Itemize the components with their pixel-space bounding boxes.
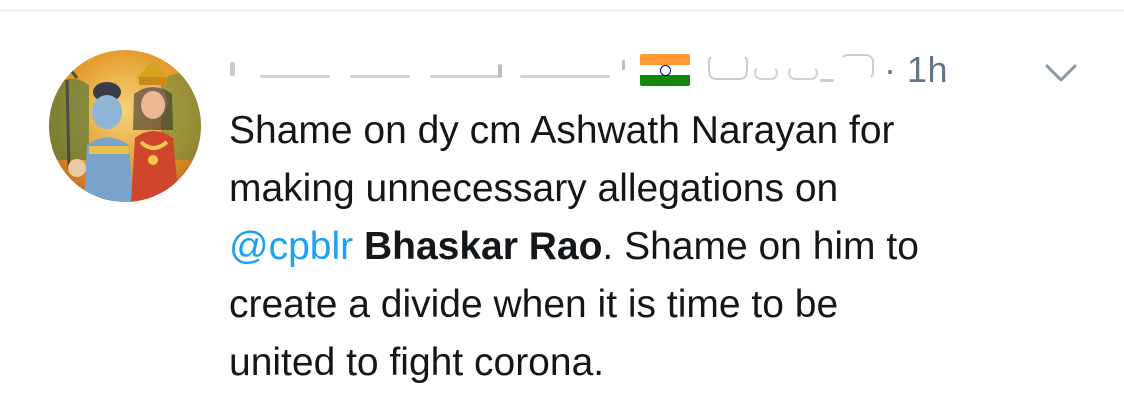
india-flag-icon (640, 54, 690, 86)
tweet-menu-button[interactable] (1041, 58, 1081, 86)
tweet-text-line: united to fight corona. (229, 341, 605, 384)
tweet-text-line: Shame on dy cm Ashwath Narayan for (229, 109, 895, 152)
tweet-header: · 1h (230, 48, 948, 92)
avatar[interactable] (49, 50, 201, 202)
chevron-down-icon (1045, 64, 1077, 82)
tweet-body: Shame on dy cm Ashwath Narayan for makin… (229, 102, 1089, 392)
bold-name: Bhaskar Rao (363, 225, 603, 268)
tweet-text-segment: . Shame on him to (602, 225, 919, 268)
divider (0, 10, 1124, 11)
tweet-card[interactable]: · 1h Shame on dy cm Ashwath Narayan for … (0, 0, 1124, 409)
redacted-display-name[interactable] (230, 52, 630, 88)
tweet-timestamp[interactable]: · 1h (884, 49, 948, 91)
tweet-text-line: making unnecessary allegations on (229, 167, 839, 210)
redacted-username[interactable] (708, 52, 878, 88)
mention-link[interactable]: @cpblr (229, 225, 353, 268)
avatar-image (49, 50, 201, 202)
tweet-text-line: create a divide when it is time to be (229, 283, 839, 326)
tweet-text-line: @cpblr Bhaskar Rao. Shame on him to (229, 218, 1089, 276)
